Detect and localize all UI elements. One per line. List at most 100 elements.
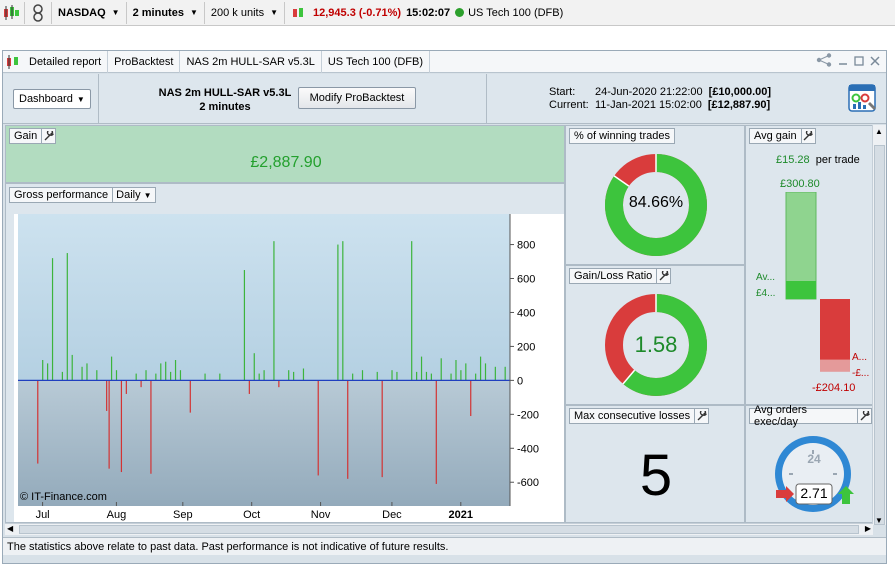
gain-bar — [42, 360, 44, 381]
candlestick-chart-icon — [3, 51, 23, 73]
horizontal-scroll-thumb[interactable] — [19, 525, 859, 534]
x-tick-label: Dec — [382, 509, 402, 521]
scroll-left-icon[interactable]: ◀ — [7, 524, 13, 533]
gain-bar — [81, 366, 83, 381]
wrench-icon[interactable] — [656, 269, 670, 283]
gain-bar — [479, 356, 482, 381]
vertical-scroll-thumb[interactable] — [874, 145, 885, 525]
wrench-icon[interactable] — [41, 129, 55, 143]
max-losses-title: Max consecutive losses — [569, 408, 710, 424]
vertical-scrollbar[interactable]: ▲ ▼ — [872, 125, 886, 525]
avg-gain-per-trade-value: £15.28 — [776, 154, 810, 166]
wrench-icon[interactable] — [800, 129, 815, 143]
report-settings-icon[interactable] — [848, 84, 878, 114]
winning-trades-panel: % of winning trades 84.66% — [565, 125, 745, 265]
horizontal-scrollbar[interactable]: ◀ ▶ — [5, 523, 873, 535]
window-tab-strategy[interactable]: NAS 2m HULL-SAR v5.3L — [180, 50, 322, 73]
period-label: Daily — [116, 189, 141, 201]
maximize-icon[interactable] — [854, 55, 864, 69]
gain-bar — [460, 370, 462, 381]
loss-bar — [278, 380, 280, 388]
winning-trades-title: % of winning trades — [569, 128, 675, 144]
copyright-label: © IT-Finance.com — [20, 491, 107, 503]
instrument-dropdown[interactable]: NASDAQ ▼ — [54, 2, 124, 24]
market-open-dot-icon — [455, 8, 465, 17]
market-name: US Tech 100 (DFB) — [468, 6, 564, 19]
wrench-icon[interactable] — [694, 409, 708, 423]
detailed-report-window: Detailed report ProBacktest NAS 2m HULL-… — [2, 50, 887, 564]
winning-trades-label: % of winning trades — [574, 130, 670, 142]
loss-bar — [108, 380, 110, 469]
wrench-icon[interactable] — [857, 409, 871, 423]
timeframe-dropdown[interactable]: 2 minutes ▼ — [129, 2, 202, 24]
x-tick-label: Aug — [107, 509, 127, 521]
gain-bar — [165, 361, 167, 381]
window-tab-detailed-report[interactable]: Detailed report — [23, 50, 109, 73]
gain-bar — [302, 368, 305, 381]
gain-bar — [135, 373, 137, 381]
price-time: 15:02:07 — [406, 6, 451, 19]
avg-orders-title: Avg orders exec/day — [749, 404, 872, 428]
avg-win-value: £300.80 — [780, 178, 820, 190]
y-tick-label: 0 — [517, 375, 523, 387]
gain-loss-value: 1.58 — [634, 332, 678, 357]
gain-title: Gain — [9, 128, 57, 144]
gain-bar — [484, 363, 487, 381]
close-icon[interactable] — [870, 55, 880, 69]
platform-toolbar: NASDAQ ▼ 2 minutes ▼ 200 k units ▼ 12,94… — [0, 0, 895, 26]
scroll-right-icon[interactable]: ▶ — [865, 524, 871, 533]
share-icon[interactable] — [816, 53, 832, 70]
y-tick-label: 800 — [517, 240, 535, 252]
dashboard-dropdown[interactable]: Dashboard ▼ — [13, 89, 91, 109]
chevron-down-icon: ▼ — [111, 8, 120, 17]
link-chain-icon[interactable] — [27, 2, 49, 24]
minimize-icon[interactable] — [838, 55, 848, 69]
gain-loss-ratio-title: Gain/Loss Ratio — [569, 268, 672, 284]
start-capital: [£10,000.00] — [708, 86, 772, 98]
gain-bar — [155, 373, 157, 381]
gain-bar — [455, 360, 457, 381]
gross-performance-chart: 800 600 400 200 0 -200 -400 -600 Jul Aug Sep Oct Nov… — [14, 214, 564, 522]
candlestick-chart-icon[interactable] — [0, 2, 22, 24]
instrument-label: NASDAQ — [58, 6, 106, 19]
y-tick-label: -600 — [517, 477, 539, 489]
gain-bar — [86, 363, 88, 381]
chevron-down-icon: ▼ — [189, 8, 198, 17]
modify-probacktest-button[interactable]: Modify ProBacktest — [298, 87, 416, 109]
gain-bar — [145, 370, 147, 381]
avg-loss-bar-base — [820, 359, 850, 372]
strategy-info: NAS 2m HULL-SAR v5.3L 2 minutes — [135, 86, 315, 114]
chevron-down-icon: ▼ — [76, 94, 85, 104]
gain-bar — [115, 370, 118, 381]
loss-bar — [248, 380, 250, 394]
avg-gain-per-trade: £15.28 per trade — [776, 154, 860, 166]
gain-bar — [494, 366, 496, 381]
scroll-down-icon[interactable]: ▼ — [875, 516, 883, 525]
x-tick-label: Nov — [311, 509, 331, 521]
gain-bar — [51, 258, 54, 381]
avg-gain-per-trade-label: per trade — [815, 154, 860, 166]
gain-bar — [71, 354, 73, 381]
period-dropdown[interactable]: Daily ▼ — [113, 189, 154, 201]
timeframe-label: 2 minutes — [132, 6, 184, 19]
gain-bar — [110, 356, 113, 381]
gain-bar — [416, 371, 418, 381]
window-tab-probacktest[interactable]: ProBacktest — [108, 50, 181, 73]
gain-bar — [342, 241, 344, 381]
gain-bar — [420, 356, 423, 381]
gain-panel: Gain £2,887.90 — [5, 125, 565, 183]
window-tab-market[interactable]: US Tech 100 (DFB) — [322, 50, 431, 73]
app-root: NASDAQ ▼ 2 minutes ▼ 200 k units ▼ 12,94… — [0, 0, 895, 564]
units-dropdown[interactable]: 200 k units ▼ — [207, 2, 282, 24]
window-title-bar: Detailed report ProBacktest NAS 2m HULL-… — [3, 50, 886, 73]
y-tick-label: -200 — [517, 409, 539, 421]
strategy-timeframe: 2 minutes — [199, 101, 251, 113]
loss-bar — [120, 380, 123, 473]
gain-bar — [204, 373, 206, 381]
gain-bar — [361, 370, 364, 381]
scroll-up-icon[interactable]: ▲ — [875, 127, 883, 136]
backtest-dates: Start: 24-Jun-2020 21:22:00 [£10,000.00]… — [549, 86, 771, 112]
gross-performance-svg: 800 600 400 200 0 -200 -400 -600 Jul Aug Sep Oct Nov… — [18, 214, 539, 521]
gain-bar — [391, 370, 393, 381]
current-label: Current: — [549, 99, 589, 111]
